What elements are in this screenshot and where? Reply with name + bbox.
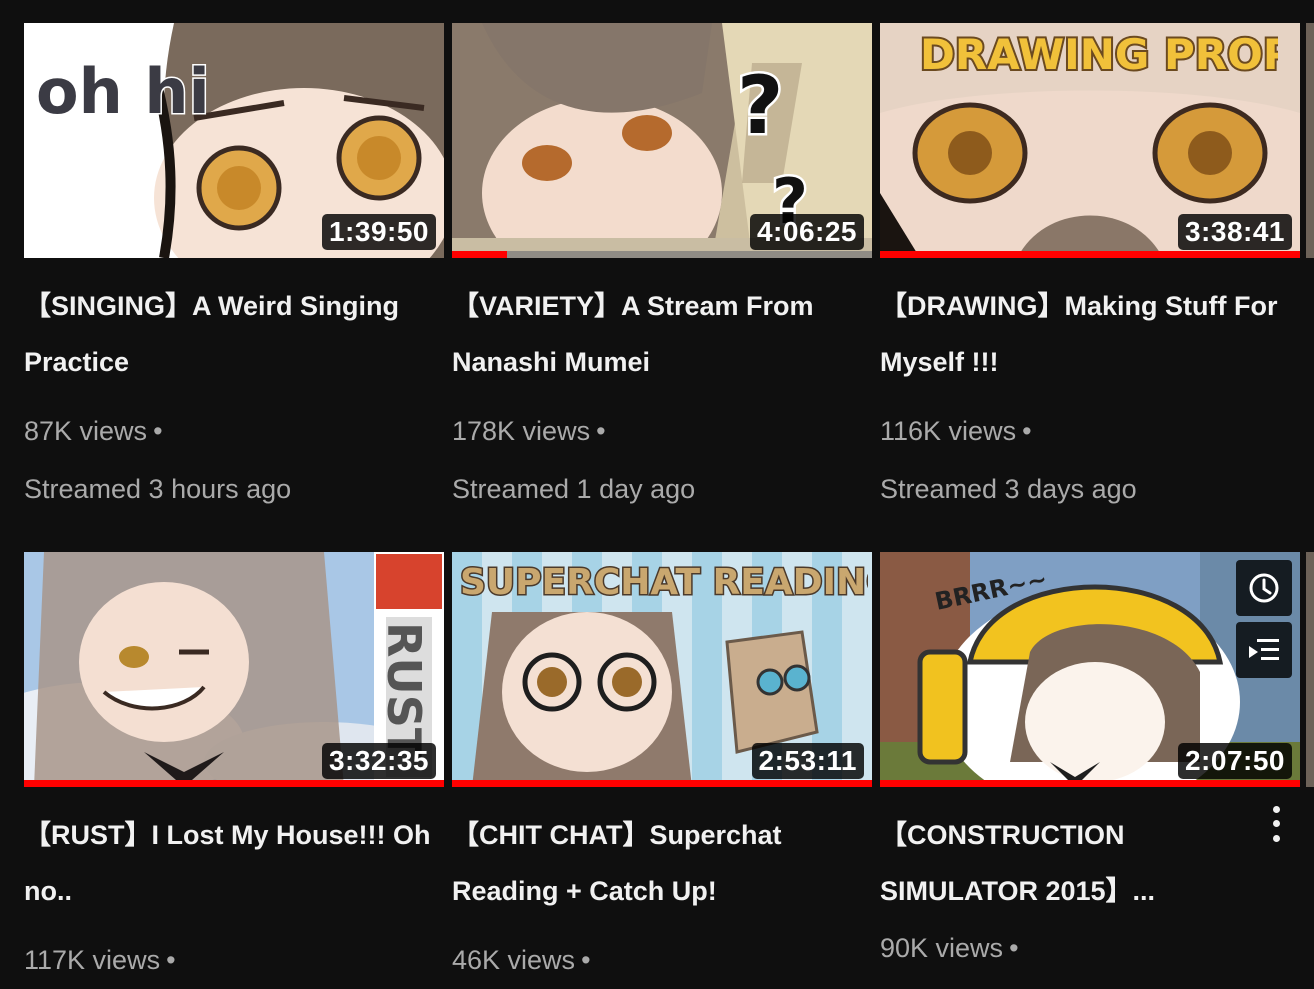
thumbnail-caption: SUPERCHAT READING xyxy=(459,561,869,605)
video-card[interactable]: DRAWING PROPS 3:38:41 【DRAWING】Making St… xyxy=(880,23,1300,518)
thumbnail-caption: oh hi xyxy=(35,54,212,130)
partial-thumbnail xyxy=(1306,23,1314,258)
more-actions-button[interactable] xyxy=(1264,802,1288,846)
video-metadata: 46K views • xyxy=(452,931,872,989)
separator-dot: • xyxy=(1022,416,1032,446)
duration-badge: 3:32:35 xyxy=(321,743,436,779)
duration-badge: 1:39:50 xyxy=(321,214,436,250)
watch-progress-bar xyxy=(452,780,872,787)
watch-progress-fill xyxy=(880,251,1300,258)
video-metadata: 178K views • Streamed 1 day ago xyxy=(452,402,872,518)
view-count: 178K views xyxy=(452,416,591,446)
view-count: 116K views xyxy=(880,416,1017,446)
separator-dot: • xyxy=(153,416,163,446)
svg-text:BRRR~~: BRRR~~ xyxy=(935,572,1050,616)
separator-dot: • xyxy=(596,416,606,446)
svg-text:SUPERCHAT READING: SUPERCHAT READING xyxy=(460,562,868,603)
separator-dot: • xyxy=(1009,933,1019,963)
separator-dot: • xyxy=(581,945,591,975)
video-card[interactable]: ? ? 4:06:25 【VARIETY】A Stream From Nanas… xyxy=(452,23,872,518)
watch-progress-fill xyxy=(24,780,444,787)
video-thumbnail[interactable]: RUST 3:32:35 xyxy=(24,552,444,787)
video-title[interactable]: 【RUST】I Lost My House!!! Oh no.. xyxy=(24,807,444,919)
video-title[interactable]: 【CONSTRUCTION SIMULATOR 2015】... xyxy=(880,807,1240,919)
stream-age: Streamed 3 hours ago xyxy=(24,474,292,504)
thumbnail-caption: DRAWING PROPS xyxy=(918,28,1278,81)
video-metadata: 117K views • xyxy=(24,931,444,989)
duration-badge: 3:38:41 xyxy=(1177,214,1292,250)
view-count: 46K views xyxy=(452,945,576,975)
thumbnail-caption: BRRR~~ xyxy=(935,572,1050,616)
separator-dot: • xyxy=(166,945,176,975)
view-count: 90K views xyxy=(880,933,1004,963)
queue-icon xyxy=(1249,639,1279,660)
video-thumbnail[interactable]: oh hi 1:39:50 xyxy=(24,23,444,258)
video-metadata: 116K views • Streamed 3 days ago xyxy=(880,402,1300,518)
view-count: 87K views xyxy=(24,416,148,446)
video-card[interactable]: RUST 3:32:35 【RUST】I Lost My House!!! Oh… xyxy=(24,552,444,989)
view-count: 117K views xyxy=(24,945,161,975)
watch-progress-bar xyxy=(880,251,1300,258)
video-card[interactable]: BRRR~~ 2:07:50 【CONSTRUCTION SIMULATOR 2… xyxy=(880,552,1300,977)
video-metadata: 90K views • xyxy=(880,919,1300,977)
video-thumbnail[interactable]: BRRR~~ 2:07:50 xyxy=(880,552,1300,787)
svg-text:?: ? xyxy=(737,59,783,152)
video-metadata: 87K views • Streamed 3 hours ago xyxy=(24,402,444,518)
svg-text:DRAWING PROPS: DRAWING PROPS xyxy=(920,30,1278,79)
watch-progress-bar xyxy=(880,780,1300,787)
watch-progress-fill xyxy=(880,780,1300,787)
partial-thumbnail xyxy=(1306,552,1314,787)
duration-badge: 2:07:50 xyxy=(1177,743,1292,779)
video-title[interactable]: 【SINGING】A Weird Singing Practice xyxy=(24,278,444,390)
svg-text:RUST: RUST xyxy=(377,622,431,760)
svg-text:oh hi: oh hi xyxy=(36,55,210,128)
video-thumbnail[interactable]: ? ? 4:06:25 xyxy=(452,23,872,258)
watch-later-button[interactable] xyxy=(1236,560,1292,616)
video-thumbnail[interactable]: DRAWING PROPS 3:38:41 xyxy=(880,23,1300,258)
duration-badge: 2:53:11 xyxy=(751,743,864,779)
duration-badge: 4:06:25 xyxy=(749,214,864,250)
video-thumbnail[interactable]: SUPERCHAT READING 2:53:11 xyxy=(452,552,872,787)
more-vert-icon-dot xyxy=(1272,820,1280,828)
video-title[interactable]: 【DRAWING】Making Stuff For Myself !!! xyxy=(880,278,1300,390)
more-vert-icon xyxy=(1272,805,1280,813)
more-vert-icon-dot xyxy=(1272,835,1280,843)
video-card[interactable]: SUPERCHAT READING 2:53:11 【CHIT CHAT】Sup… xyxy=(452,552,872,989)
video-title[interactable]: 【VARIETY】A Stream From Nanashi Mumei xyxy=(452,278,872,390)
clock-icon xyxy=(1249,573,1279,603)
watch-progress-bar xyxy=(24,780,444,787)
video-grid: oh hi 1:39:50 【SINGING】A Weird Singing P… xyxy=(0,0,1314,982)
watch-progress-bar xyxy=(452,251,872,258)
stream-age: Streamed 3 days ago xyxy=(880,474,1137,504)
watch-progress-fill xyxy=(452,780,872,787)
video-card[interactable]: oh hi 1:39:50 【SINGING】A Weird Singing P… xyxy=(24,23,444,518)
stream-age: Streamed 1 day ago xyxy=(452,474,696,504)
next-column-edge xyxy=(1306,0,1314,982)
video-title[interactable]: 【CHIT CHAT】Superchat Reading + Catch Up! xyxy=(452,807,872,919)
thumbnail-caption: ? ? xyxy=(735,57,811,234)
watch-progress-fill xyxy=(452,251,507,258)
add-to-queue-button[interactable] xyxy=(1236,622,1292,678)
